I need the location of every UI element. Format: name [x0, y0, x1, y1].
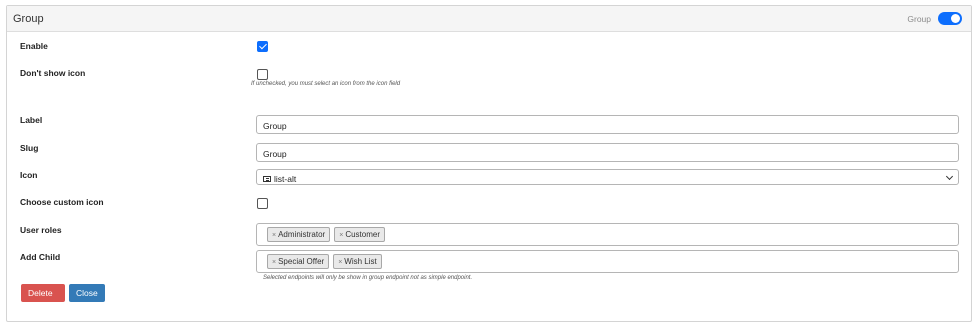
- delete-button[interactable]: Delete: [21, 284, 65, 302]
- enable-label: Enable: [20, 41, 48, 51]
- tag-special-offer[interactable]: × Special Offer: [267, 254, 330, 269]
- group-toggle-wrap: Group: [907, 12, 962, 25]
- close-button[interactable]: Close: [69, 284, 105, 302]
- tag-remove-icon[interactable]: ×: [272, 259, 276, 266]
- dont-show-icon-help: If unchecked, you must select an icon fr…: [251, 81, 401, 87]
- choose-custom-icon-label: Choose custom icon: [20, 197, 104, 207]
- panel-title: Group: [13, 13, 44, 25]
- toggle-knob: [951, 14, 960, 23]
- user-roles-label: User roles: [20, 225, 62, 235]
- slug-input[interactable]: Group: [256, 143, 959, 162]
- add-child-select[interactable]: × Special Offer × Wish List: [256, 250, 959, 273]
- icon-select-value: list-alt: [274, 173, 297, 184]
- label-input[interactable]: Group: [256, 115, 959, 134]
- dont-show-icon-label: Don't show icon: [20, 68, 86, 78]
- tag-customer[interactable]: × Customer: [334, 227, 385, 242]
- group-toggle-switch[interactable]: [938, 12, 962, 25]
- slug-field-label: Slug: [20, 143, 39, 153]
- enable-checkbox[interactable]: [257, 41, 268, 52]
- add-child-label: Add Child: [20, 252, 61, 262]
- tag-remove-icon[interactable]: ×: [338, 259, 342, 266]
- panel-header: Group Group: [7, 6, 971, 32]
- tag-remove-icon[interactable]: ×: [272, 232, 276, 239]
- icon-field-label: Icon: [20, 170, 38, 180]
- tag-remove-icon[interactable]: ×: [339, 232, 343, 239]
- tag-label: Customer: [345, 230, 380, 239]
- choose-custom-icon-checkbox[interactable]: [257, 198, 268, 209]
- tag-label: Special Offer: [278, 257, 325, 266]
- list-alt-icon: [263, 175, 271, 182]
- label-field-label: Label: [20, 115, 43, 125]
- chevron-down-icon: [945, 172, 954, 181]
- group-panel: Group Group: [6, 5, 972, 322]
- dont-show-icon-checkbox[interactable]: [257, 69, 268, 80]
- tag-label: Wish List: [344, 257, 377, 266]
- tag-administrator[interactable]: × Administrator: [267, 227, 331, 242]
- tag-wish-list[interactable]: × Wish List: [333, 254, 382, 269]
- add-child-help: Selected endpoints will only be show in …: [263, 275, 473, 281]
- tag-label: Administrator: [278, 230, 326, 239]
- toggle-label: Group: [907, 13, 931, 24]
- user-roles-select[interactable]: × Administrator × Customer: [256, 223, 959, 246]
- icon-select[interactable]: list-alt: [256, 169, 959, 185]
